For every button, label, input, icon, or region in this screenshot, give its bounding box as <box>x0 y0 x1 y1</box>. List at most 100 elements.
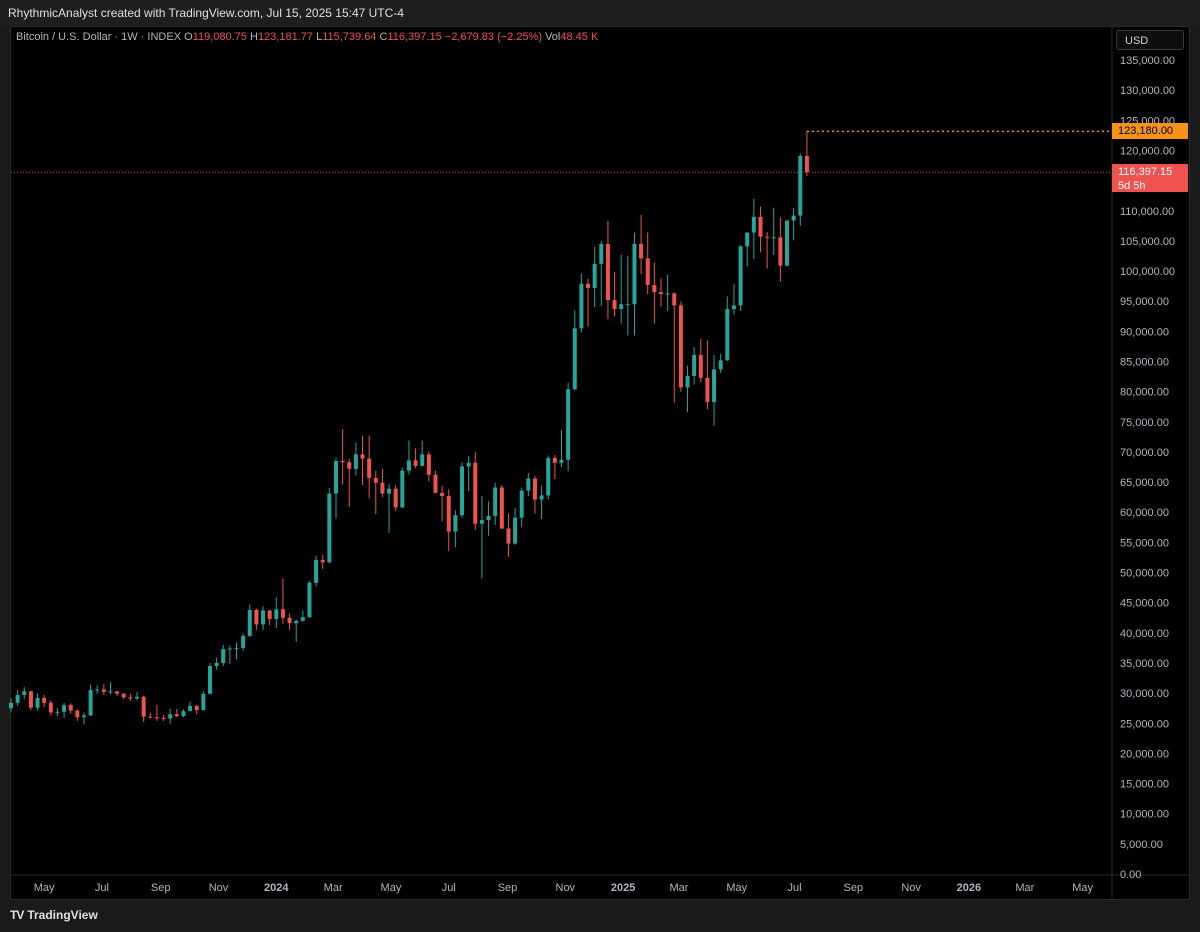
x-tick-label: Mar <box>670 882 689 894</box>
candle-body <box>751 216 756 233</box>
candle-body <box>320 559 325 563</box>
candle-body <box>731 305 736 310</box>
candle-body <box>340 461 345 463</box>
candle-body <box>612 300 617 310</box>
candle-body <box>665 293 670 295</box>
candle-body <box>493 487 498 516</box>
low-value: 115,739.64 <box>322 31 377 43</box>
candle-body <box>440 492 445 496</box>
open-key: O <box>184 31 193 43</box>
volume-value: 48.45 K <box>560 31 599 43</box>
y-tick-label: 70,000.00 <box>1120 447 1169 459</box>
y-tick-label: 15,000.00 <box>1120 779 1169 791</box>
x-tick-label: Sep <box>498 882 518 894</box>
candle-body <box>201 693 206 711</box>
candle-body <box>619 304 624 310</box>
candle-body <box>506 528 511 544</box>
y-tick-label: 30,000.00 <box>1120 688 1169 700</box>
candle-body <box>300 617 305 621</box>
x-tick-label: 2024 <box>264 882 289 894</box>
candle-body <box>791 215 796 221</box>
candle-body <box>353 454 358 469</box>
candle-body <box>207 665 212 694</box>
x-tick-label: Sep <box>151 882 171 894</box>
candle-body <box>698 354 703 378</box>
candle-body <box>658 292 663 294</box>
y-tick-label: 5,000.00 <box>1120 839 1163 851</box>
candle-body <box>466 462 471 467</box>
y-tick-label: 45,000.00 <box>1120 598 1169 610</box>
candle-body <box>804 156 809 173</box>
candle-body <box>446 495 451 532</box>
candle-body <box>327 493 332 563</box>
candle-body <box>413 460 418 466</box>
y-tick-label: 0.00 <box>1120 869 1141 881</box>
candle-body <box>108 691 113 693</box>
candle-body <box>738 246 743 306</box>
candle-body <box>294 620 299 624</box>
high-key: H <box>249 31 258 43</box>
candle-body <box>101 689 106 692</box>
x-tick-label: Sep <box>844 882 864 894</box>
candle-body <box>539 495 544 500</box>
open-value: 119,080.75 <box>192 31 247 43</box>
y-tick-label: 100,000.00 <box>1120 266 1175 278</box>
y-tick-label: 110,000.00 <box>1120 206 1174 218</box>
candle-body <box>705 377 710 402</box>
candle-body <box>400 470 405 508</box>
candle-body <box>599 243 604 264</box>
y-tick-label: 120,000.00 <box>1120 145 1175 157</box>
y-tick-label: 25,000.00 <box>1120 718 1169 730</box>
candle-body <box>307 582 312 618</box>
candle-body <box>479 520 484 524</box>
brand[interactable]: TV TradingView <box>10 908 98 922</box>
x-tick-label: 2025 <box>611 882 635 894</box>
candle-body <box>513 517 518 544</box>
y-tick-label: 90,000.00 <box>1120 326 1169 338</box>
candle-body <box>88 690 93 716</box>
candle-body <box>367 458 372 478</box>
candle-body <box>234 647 239 649</box>
x-tick-label: Jul <box>95 882 109 894</box>
candle-body <box>68 705 73 711</box>
candle-body <box>360 454 365 459</box>
candle-body <box>426 454 431 475</box>
candle-body <box>247 609 252 636</box>
y-tick-label: 10,000.00 <box>1120 809 1169 821</box>
candle-body <box>546 457 551 496</box>
candle-body <box>148 716 153 718</box>
currency-selector[interactable]: USD <box>1116 30 1184 50</box>
y-tick-label: 35,000.00 <box>1120 658 1169 670</box>
x-tick-label: 2026 <box>957 882 981 894</box>
candle-body <box>473 462 478 524</box>
candle-body <box>194 705 199 711</box>
candle-body <box>115 691 120 694</box>
candle-body <box>373 477 378 483</box>
candle-body <box>519 490 524 518</box>
y-tick-label: 75,000.00 <box>1120 417 1169 429</box>
candle-body <box>55 711 60 713</box>
candle-body <box>62 705 67 712</box>
candle-body <box>685 375 690 388</box>
candle-body <box>526 478 531 491</box>
candle-body <box>135 696 140 699</box>
candle-body <box>586 283 591 288</box>
candle-body <box>274 609 279 619</box>
candle-body <box>141 696 146 717</box>
candle-body <box>154 717 159 719</box>
candle-body <box>433 474 438 493</box>
candle-body <box>572 328 577 390</box>
candle-body <box>9 702 13 709</box>
candle-body <box>81 715 86 718</box>
candle-body <box>48 702 53 713</box>
candle-body <box>261 610 266 625</box>
candle-body <box>168 714 173 719</box>
candle-body <box>75 710 80 718</box>
candlestick-chart[interactable]: 0.00 5,000.00 10,000.00 15,000.00 20,000.00 2… <box>0 0 1200 900</box>
symbol-label: Bitcoin / U.S. Dollar · 1W · INDEX <box>16 31 182 43</box>
brand-name: TradingView <box>27 908 98 922</box>
y-tick-label: 135,000.00 <box>1120 55 1175 67</box>
last-price-label: 116,397.15 5d 5h <box>1112 164 1188 193</box>
footer <box>0 900 1200 932</box>
candle-body <box>785 220 790 266</box>
